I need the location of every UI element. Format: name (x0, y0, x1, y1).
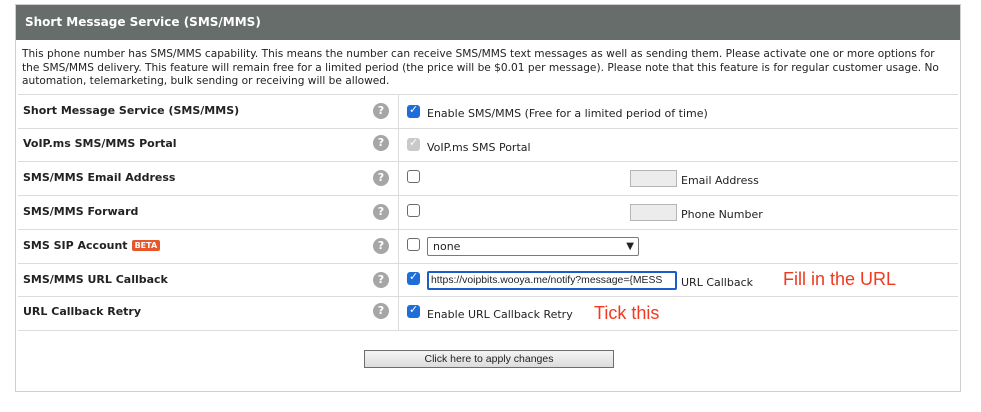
section-description: This phone number has SMS/MMS capability… (22, 48, 939, 87)
table-bottom-divider (18, 330, 958, 331)
column-divider (398, 95, 399, 129)
section-header: Short Message Service (SMS/MMS) (16, 5, 960, 40)
sms-forward-checkbox[interactable] (407, 204, 420, 217)
help-icon[interactable]: ? (373, 103, 389, 119)
checkmark-icon: ✓ (409, 103, 419, 116)
input-label: Email Address (681, 174, 759, 187)
sip-account-checkbox[interactable] (407, 238, 420, 251)
row-label: VoIP.ms SMS/MMS Portal (23, 137, 177, 150)
checkmark-icon: ✓ (409, 270, 419, 283)
input-label: Phone Number (681, 208, 763, 221)
chevron-down-icon: ▼ (626, 241, 634, 252)
column-divider (398, 129, 399, 162)
select-value: none (433, 240, 461, 253)
row-sms-forward: SMS/MMS Forward ? Phone Number (18, 195, 958, 230)
row-sms-portal: VoIP.ms SMS/MMS Portal ? ✓ VoIP.ms SMS P… (18, 128, 958, 162)
checkbox-label: Enable SMS/MMS (Free for a limited perio… (427, 107, 708, 120)
row-sms-sip-account: SMS SIP Account BETA ? none ▼ (18, 229, 958, 264)
url-callback-checkbox[interactable]: ✓ (407, 270, 420, 285)
row-label: URL Callback Retry (23, 305, 142, 318)
checkmark-icon: ✓ (409, 303, 419, 316)
column-divider (398, 196, 399, 230)
phone-number-input[interactable] (630, 204, 677, 221)
sms-settings-panel: Short Message Service (SMS/MMS) This pho… (15, 4, 961, 392)
email-address-input[interactable] (630, 170, 677, 187)
help-icon[interactable]: ? (373, 135, 389, 151)
input-label: URL Callback (681, 276, 753, 289)
checkbox-label: Enable URL Callback Retry (427, 308, 573, 321)
help-icon[interactable]: ? (373, 238, 389, 254)
column-divider (398, 162, 399, 196)
url-callback-retry-checkbox[interactable]: ✓ (407, 303, 420, 318)
column-divider (398, 230, 399, 264)
help-icon[interactable]: ? (373, 170, 389, 186)
help-icon[interactable]: ? (373, 303, 389, 319)
tick-annotation: Tick this (594, 303, 660, 323)
column-divider (398, 264, 399, 297)
row-label: SMS/MMS Email Address (23, 171, 176, 184)
beta-badge: BETA (131, 240, 161, 251)
enable-sms-checkbox[interactable]: ✓ (407, 103, 420, 118)
row-label: SMS/MMS Forward (23, 205, 139, 218)
sms-email-checkbox[interactable] (407, 170, 420, 183)
row-url-callback-retry: URL Callback Retry ? ✓ Enable URL Callba… (18, 296, 958, 331)
row-label: SMS/MMS URL Callback (23, 273, 168, 286)
column-divider (398, 297, 399, 331)
sms-portal-checkbox: ✓ (407, 136, 420, 151)
fill-url-annotation: Fill in the URL (783, 269, 897, 289)
checkmark-icon: ✓ (409, 136, 419, 149)
apply-changes-button[interactable]: Click here to apply changes (364, 350, 614, 368)
sip-account-select[interactable]: none ▼ (427, 237, 639, 256)
help-icon[interactable]: ? (373, 204, 389, 220)
row-sms-email: SMS/MMS Email Address ? Email Address (18, 161, 958, 196)
row-label: SMS SIP Account BETA (23, 239, 161, 252)
row-label: Short Message Service (SMS/MMS) (23, 104, 240, 117)
url-callback-input[interactable]: https://voipbits.wooya.me/notify?message… (427, 271, 677, 290)
checkbox-label: VoIP.ms SMS Portal (427, 141, 531, 154)
row-label-text: SMS SIP Account (23, 239, 128, 252)
row-url-callback: SMS/MMS URL Callback ? ✓ https://voipbit… (18, 263, 958, 297)
row-sms-mms: Short Message Service (SMS/MMS) ? ✓ Enab… (18, 94, 958, 129)
help-icon[interactable]: ? (373, 272, 389, 288)
